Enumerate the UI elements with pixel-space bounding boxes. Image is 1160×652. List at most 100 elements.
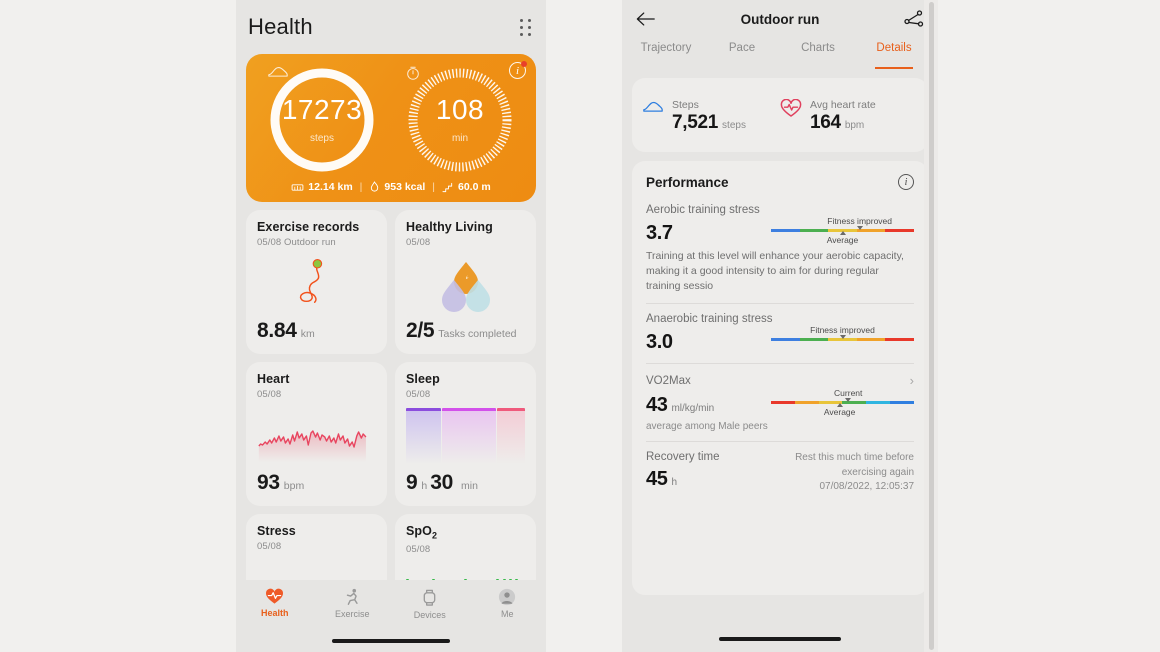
anaerobic-section: Anaerobic training stress 3.0 Fitness im… bbox=[646, 313, 914, 354]
stat-separator: | bbox=[359, 181, 363, 193]
elevation-value: 60.0 m bbox=[458, 181, 491, 193]
stopwatch-icon bbox=[407, 66, 419, 80]
vo2max-current-caret bbox=[845, 398, 852, 403]
stat-unit: steps bbox=[722, 119, 746, 131]
nav-item-exercise[interactable]: Exercise bbox=[314, 588, 392, 619]
tab-pace[interactable]: Pace bbox=[704, 38, 780, 70]
flame-icon bbox=[371, 181, 379, 192]
stat-avg-heart-rate: Avg heart rate 164 bpm bbox=[780, 97, 918, 134]
spo2-bar bbox=[431, 578, 435, 580]
card-date: 05/08 bbox=[406, 237, 431, 248]
stat-label: Steps bbox=[672, 98, 699, 111]
tab-trajectory[interactable]: Trajectory bbox=[628, 38, 704, 70]
card-value-2: 30 bbox=[430, 471, 453, 494]
recovery-label: Recovery time bbox=[646, 451, 720, 464]
nav-label: Health bbox=[260, 608, 289, 618]
share-icon[interactable] bbox=[904, 10, 924, 28]
calories-stat: 953 kcal bbox=[369, 181, 425, 193]
gauge-segment bbox=[794, 401, 819, 405]
card-title: Heart bbox=[257, 372, 290, 386]
card-value: 93 bbox=[257, 471, 280, 494]
page-scrollbar-thumb[interactable] bbox=[929, 2, 934, 650]
home-indicator bbox=[332, 639, 450, 643]
card-unit-2: min bbox=[461, 480, 478, 492]
venn-circles-icon bbox=[406, 254, 525, 312]
steps-unit: steps bbox=[310, 133, 334, 144]
heart-pulse-icon bbox=[266, 588, 284, 604]
tab-charts[interactable]: Charts bbox=[780, 38, 856, 70]
nav-item-health[interactable]: Health bbox=[236, 588, 314, 618]
nav-label: Exercise bbox=[334, 609, 370, 619]
chevron-right-icon[interactable]: › bbox=[910, 373, 914, 388]
card-sleep[interactable]: Sleep 05/08 9 h 30 min bbox=[395, 362, 536, 506]
card-title: Exercise records bbox=[257, 220, 360, 234]
card-date: 05/08 bbox=[406, 543, 431, 555]
aerobic-description: Training at this level will enhance your… bbox=[646, 250, 904, 292]
card-value-row: 93 bpm bbox=[257, 471, 376, 495]
card-spo2[interactable]: SpO2 05/08 bbox=[395, 514, 536, 580]
card-title: Healthy Living bbox=[406, 220, 493, 234]
heart-sparkline-chart bbox=[257, 406, 376, 464]
card-value: 8.84 bbox=[257, 319, 297, 342]
card-heart[interactable]: Heart 05/08 93 bpm bbox=[246, 362, 387, 506]
aerobic-label: Aerobic training stress bbox=[646, 204, 760, 216]
card-healthy-living[interactable]: Healthy Living 05/08 2/5 Tasks completed bbox=[395, 210, 536, 354]
stress-bars-chart bbox=[257, 558, 376, 580]
minutes-ring[interactable]: 108 min bbox=[405, 65, 515, 175]
aerobic-section: Aerobic training stress 3.7 Fitness impr… bbox=[646, 204, 914, 294]
nav-item-devices[interactable]: Devices bbox=[391, 588, 469, 620]
spo2-bar bbox=[515, 578, 519, 580]
distance-value: 12.14 km bbox=[308, 181, 353, 193]
card-title: Stress bbox=[257, 524, 296, 538]
performance-title: Performance bbox=[646, 174, 729, 190]
vo2max-bottom-marker: Average bbox=[823, 407, 856, 418]
shoe-icon bbox=[268, 67, 288, 77]
spo2-bar bbox=[496, 578, 500, 580]
vo2max-unit: ml/kg/min bbox=[671, 403, 715, 415]
nav-item-me[interactable]: Me bbox=[469, 588, 547, 619]
stat-value: 7,521 bbox=[672, 111, 719, 133]
card-stress[interactable]: Stress 05/08 bbox=[246, 514, 387, 580]
spo2-bar bbox=[509, 578, 513, 580]
tab-details[interactable]: Details bbox=[856, 38, 932, 70]
page-scrollbar-track[interactable] bbox=[924, 0, 938, 652]
divider bbox=[646, 302, 914, 304]
health-scroll-area[interactable]: i 17273 steps 108 min 12.14 km | 953 kca… bbox=[236, 54, 546, 580]
vo2max-section[interactable]: VO2Max › 43 ml/kg/min Current Average av… bbox=[646, 373, 914, 432]
gauge-segment bbox=[771, 229, 800, 233]
card-value-row: 2/5 Tasks completed bbox=[406, 319, 525, 343]
recovery-value: 45 bbox=[646, 468, 668, 491]
card-unit: h bbox=[421, 480, 428, 492]
health-header: Health bbox=[236, 0, 546, 54]
divider bbox=[646, 441, 914, 443]
home-indicator bbox=[719, 637, 841, 641]
running-person-icon bbox=[347, 588, 358, 605]
person-avatar-icon bbox=[499, 588, 516, 606]
card-exercise-records[interactable]: Exercise records 05/08 Outdoor run 8.84 … bbox=[246, 210, 387, 354]
spo2-bar bbox=[463, 578, 467, 580]
steps-ring[interactable]: 17273 steps bbox=[267, 65, 377, 175]
back-arrow-icon[interactable] bbox=[636, 11, 656, 27]
card-value-row: 9 h 30 min bbox=[406, 471, 525, 495]
info-icon[interactable]: i bbox=[898, 174, 914, 190]
card-date: 05/08 bbox=[406, 389, 431, 400]
divider bbox=[646, 363, 914, 365]
sleep-segment-light bbox=[442, 408, 496, 464]
gauge-segment bbox=[771, 337, 800, 342]
stat-separator-2: | bbox=[432, 181, 435, 193]
grid-dots-icon[interactable] bbox=[520, 18, 532, 36]
gauge-segment bbox=[856, 337, 886, 342]
aerobic-gauge: Fitness improved Average bbox=[771, 216, 914, 245]
aerobic-bottom-marker: Average bbox=[826, 235, 859, 246]
recovery-unit: h bbox=[671, 477, 678, 489]
run-title: Outdoor run bbox=[740, 11, 820, 27]
calories-value: 953 kcal bbox=[384, 181, 426, 193]
ruler-icon bbox=[291, 183, 304, 191]
anaerobic-top-marker: Fitness improved bbox=[810, 324, 875, 335]
stairs-icon bbox=[442, 182, 453, 192]
stat-unit: bpm bbox=[844, 119, 865, 131]
card-value-row: 8.84 km bbox=[257, 319, 376, 343]
card-value: 9 bbox=[406, 471, 418, 494]
daily-activity-card[interactable]: i 17273 steps 108 min 12.14 km | 953 kca… bbox=[246, 54, 536, 202]
vo2max-note: average among Male peers bbox=[646, 421, 768, 433]
